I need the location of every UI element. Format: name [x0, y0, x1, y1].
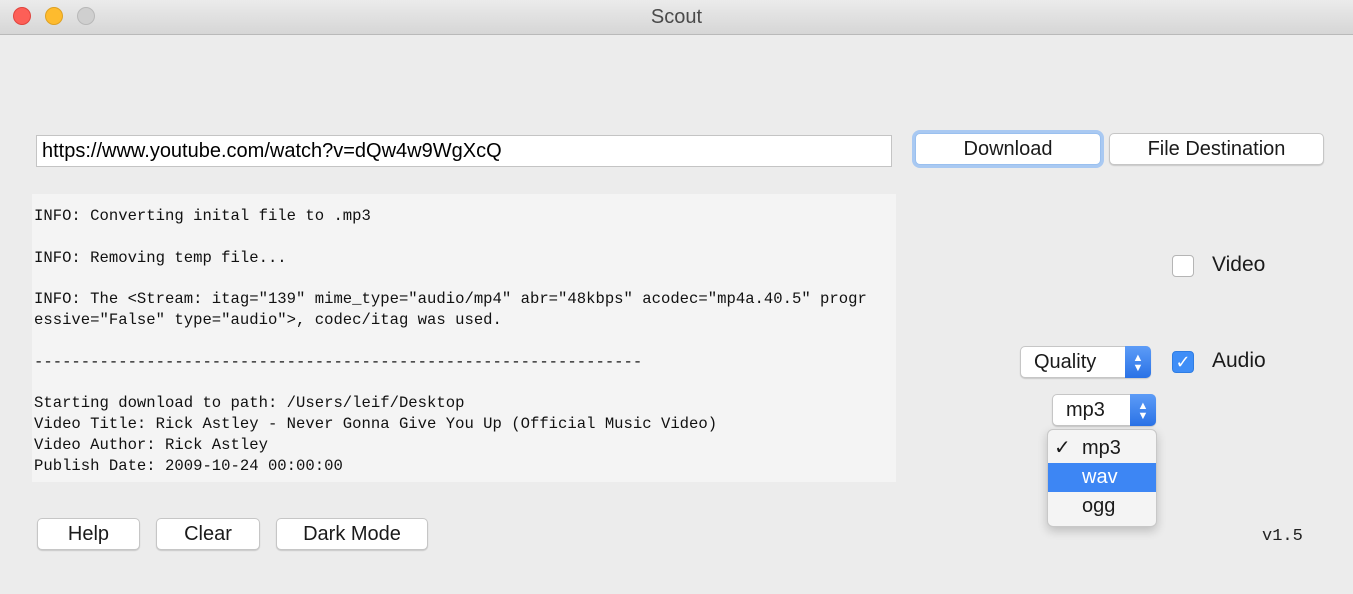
audio-checkbox[interactable]: ✓ — [1172, 351, 1194, 373]
log-line: essive="False" type="audio">, codec/itag… — [34, 310, 502, 329]
chevron-up-down-icon: ▲ ▼ — [1125, 346, 1151, 378]
menu-item-wav[interactable]: wav — [1048, 463, 1156, 492]
log-line: INFO: Converting inital file to .mp3 — [34, 207, 371, 225]
window-title: Scout — [650, 6, 703, 28]
audio-label: Audio — [1212, 349, 1266, 372]
log-line: Video Title: Rick Astley - Never Gonna G… — [34, 414, 718, 433]
log-line: Starting download to path: /Users/leif/D… — [34, 394, 465, 413]
quality-selected-value: Quality — [1034, 351, 1097, 373]
log-line: Video Author: Rick Astley — [34, 435, 268, 454]
download-button[interactable]: Download — [915, 133, 1101, 165]
format-selected-value: mp3 — [1066, 399, 1105, 421]
menu-item-label: wav — [1082, 466, 1118, 488]
checkmark-icon: ✓ — [1054, 437, 1071, 459]
format-popup[interactable]: mp3 ▲ ▼ — [1052, 394, 1156, 426]
log-line: INFO: Removing temp file... — [34, 248, 287, 267]
video-label: Video — [1212, 253, 1266, 276]
menu-item-mp3[interactable]: ✓ mp3 — [1048, 434, 1156, 463]
log-line: INFO: The <Stream: itag="139" mime_type=… — [34, 290, 867, 309]
menu-item-label: ogg — [1082, 495, 1116, 517]
file-destination-button[interactable]: File Destination — [1109, 133, 1324, 165]
help-button[interactable]: Help — [37, 518, 140, 550]
url-input[interactable] — [36, 135, 892, 167]
format-dropdown-menu: ✓ mp3 wav ogg — [1047, 429, 1157, 527]
dark-mode-button[interactable]: Dark Mode — [276, 518, 428, 550]
log-line: ----------------------------------------… — [34, 352, 643, 371]
clear-button[interactable]: Clear — [156, 518, 260, 550]
log-output[interactable]: INFO: Converting inital file to .mp3 INF… — [32, 194, 896, 482]
quality-popup[interactable]: Quality ▲ ▼ — [1020, 346, 1151, 378]
menu-item-label: mp3 — [1082, 437, 1121, 459]
log-line: Publish Date: 2009-10-24 00:00:00 — [34, 456, 343, 475]
video-checkbox[interactable] — [1172, 255, 1194, 277]
chevron-up-down-icon: ▲ ▼ — [1130, 394, 1156, 426]
checkmark-icon: ✓ — [1175, 352, 1191, 372]
menu-item-ogg[interactable]: ogg — [1048, 492, 1156, 521]
title-bar: Scout — [0, 0, 1353, 35]
version-label: v1.5 — [1262, 527, 1303, 546]
